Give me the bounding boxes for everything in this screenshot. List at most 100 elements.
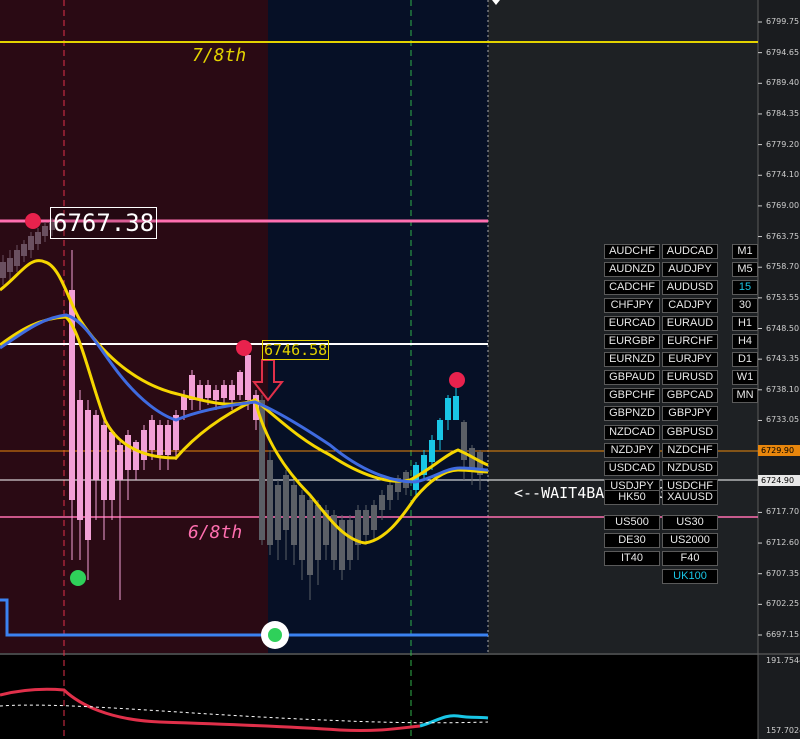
fractal-label-7-8: 7/8th: [192, 45, 247, 66]
candle-body: [141, 430, 147, 460]
candle-body: [379, 495, 385, 510]
candle-body: [93, 415, 99, 480]
candle-body: [299, 495, 305, 560]
price-tag-orange: 6729.90: [758, 445, 800, 456]
fractal-dot-low: [70, 570, 86, 586]
fractal-dot-high: [25, 213, 41, 229]
candle-body: [197, 385, 203, 400]
trading-chart-window: 7/8th 6/8th 6767.38 6746.58 <--WAIT4BAR-…: [0, 0, 800, 739]
candle-body: [157, 425, 163, 455]
symbol-button-hk50[interactable]: HK50: [604, 489, 660, 505]
fractal-dot-mid: [236, 340, 252, 356]
price-axis-label: 6758.70: [766, 262, 800, 272]
price-axis-label: 6763.75: [766, 231, 800, 241]
symbol-button-it40[interactable]: IT40: [604, 550, 660, 566]
symbol-button-audjpy[interactable]: AUDJPY: [662, 262, 718, 278]
symbol-button-gbpjpy[interactable]: GBPJPY: [662, 406, 718, 422]
symbol-button-us30[interactable]: US30: [662, 514, 718, 530]
price-axis-label: 6697.15: [766, 630, 800, 639]
symbol-button-xauusd[interactable]: XAUUSD: [662, 489, 718, 505]
timeframe-button-mn[interactable]: MN: [732, 388, 758, 404]
symbol-button-gbpchf[interactable]: GBPCHF: [604, 388, 660, 404]
symbol-button-gbpcad[interactable]: GBPCAD: [662, 388, 718, 404]
symbol-button-eurgbp[interactable]: EURGBP: [604, 334, 660, 350]
candle-body: [101, 425, 107, 500]
session-zone-maroon: [0, 0, 268, 653]
price-axis-label: 6784.35: [766, 108, 800, 118]
symbol-button-uk100[interactable]: UK100: [662, 568, 718, 584]
candle-body: [437, 420, 443, 440]
candle-body: [117, 445, 123, 480]
fractal-label-6-8: 6/8th: [188, 522, 243, 543]
fractal-dot-right: [449, 372, 465, 388]
timeframe-button-m5[interactable]: M5: [732, 262, 758, 278]
candle-body: [229, 385, 235, 400]
symbol-button-de30[interactable]: DE30: [604, 532, 660, 548]
price-axis-label: 6717.70: [766, 507, 800, 517]
price-axis-label: 6712.60: [766, 538, 800, 548]
candle-body: [267, 460, 273, 545]
high-price-tag: 6767.38: [50, 207, 158, 239]
candle-body: [307, 500, 313, 575]
symbol-button-nzdcad[interactable]: NZDCAD: [604, 424, 660, 440]
symbol-button-gbpusd[interactable]: GBPUSD: [662, 424, 718, 440]
symbol-button-eurjpy[interactable]: EURJPY: [662, 352, 718, 368]
symbol-button-audusd[interactable]: AUDUSD: [662, 280, 718, 296]
symbol-button-audcad[interactable]: AUDCAD: [662, 244, 718, 259]
candle-body: [7, 258, 13, 272]
timeframe-button-h1[interactable]: H1: [732, 316, 758, 332]
symbol-button-euraud[interactable]: EURAUD: [662, 316, 718, 332]
symbol-button-audchf[interactable]: AUDCHF: [604, 244, 660, 259]
candle-body: [205, 385, 211, 398]
price-axis-label: 6748.50: [766, 323, 800, 333]
symbol-button-eurusd[interactable]: EURUSD: [662, 370, 718, 386]
symbol-button-cadjpy[interactable]: CADJPY: [662, 298, 718, 314]
candle-body: [125, 435, 131, 470]
symbol-button-cadchf[interactable]: CADCHF: [604, 280, 660, 296]
candle-body: [445, 398, 451, 420]
symbol-button-eurchf[interactable]: EURCHF: [662, 334, 718, 350]
symbol-button-nzdjpy[interactable]: NZDJPY: [604, 442, 660, 458]
fractal-dot-bottom: [268, 628, 282, 642]
indicator-axis-top: 191.7544: [766, 656, 800, 665]
price-axis-label: 6794.65: [766, 47, 800, 57]
symbol-button-gbpnzd[interactable]: GBPNZD: [604, 406, 660, 422]
symbol-button-chfjpy[interactable]: CHFJPY: [604, 298, 660, 314]
symbol-button-nzdusd[interactable]: NZDUSD: [662, 460, 718, 476]
candle-body: [133, 442, 139, 470]
symbol-button-eurcad[interactable]: EURCAD: [604, 316, 660, 332]
candle-body: [213, 390, 219, 400]
timeframe-button-h4[interactable]: H4: [732, 334, 758, 350]
symbol-button-f40[interactable]: F40: [662, 550, 718, 566]
symbol-button-eurnzd[interactable]: EURNZD: [604, 352, 660, 368]
candle-body: [237, 372, 243, 395]
candle-body: [387, 485, 393, 500]
mid-price-tag: 6746.58: [262, 340, 330, 360]
symbol-button-audnzd[interactable]: AUDNZD: [604, 262, 660, 278]
symbol-button-us2000[interactable]: US2000: [662, 532, 718, 548]
timeframe-button-d1[interactable]: D1: [732, 352, 758, 368]
price-axis-label: 6789.40: [766, 78, 800, 88]
timeframe-button-m1[interactable]: M1: [732, 244, 758, 259]
candle-body: [371, 505, 377, 530]
candle-body: [14, 250, 20, 266]
candle-body: [245, 355, 251, 400]
price-axis-label: 6707.35: [766, 568, 800, 578]
candle-body: [165, 425, 171, 455]
price-axis-label: 6779.20: [766, 139, 800, 149]
candle-body: [85, 410, 91, 540]
candle-body: [0, 262, 6, 278]
symbol-button-usdcad[interactable]: USDCAD: [604, 460, 660, 476]
symbol-button-nzdchf[interactable]: NZDCHF: [662, 442, 718, 458]
timeframe-button-15[interactable]: 15: [732, 280, 758, 296]
price-axis-label: 6799.75: [766, 17, 800, 26]
candle-body: [28, 236, 34, 250]
timeframe-button-w1[interactable]: W1: [732, 370, 758, 386]
candle-body: [35, 232, 41, 244]
timeframe-button-30[interactable]: 30: [732, 298, 758, 314]
symbol-button-gbpaud[interactable]: GBPAUD: [604, 370, 660, 386]
price-tag-white: 6724.90: [758, 475, 800, 486]
symbol-button-us500[interactable]: US500: [604, 514, 660, 530]
candle-body: [283, 475, 289, 530]
price-axis-label: 6733.05: [766, 415, 800, 425]
